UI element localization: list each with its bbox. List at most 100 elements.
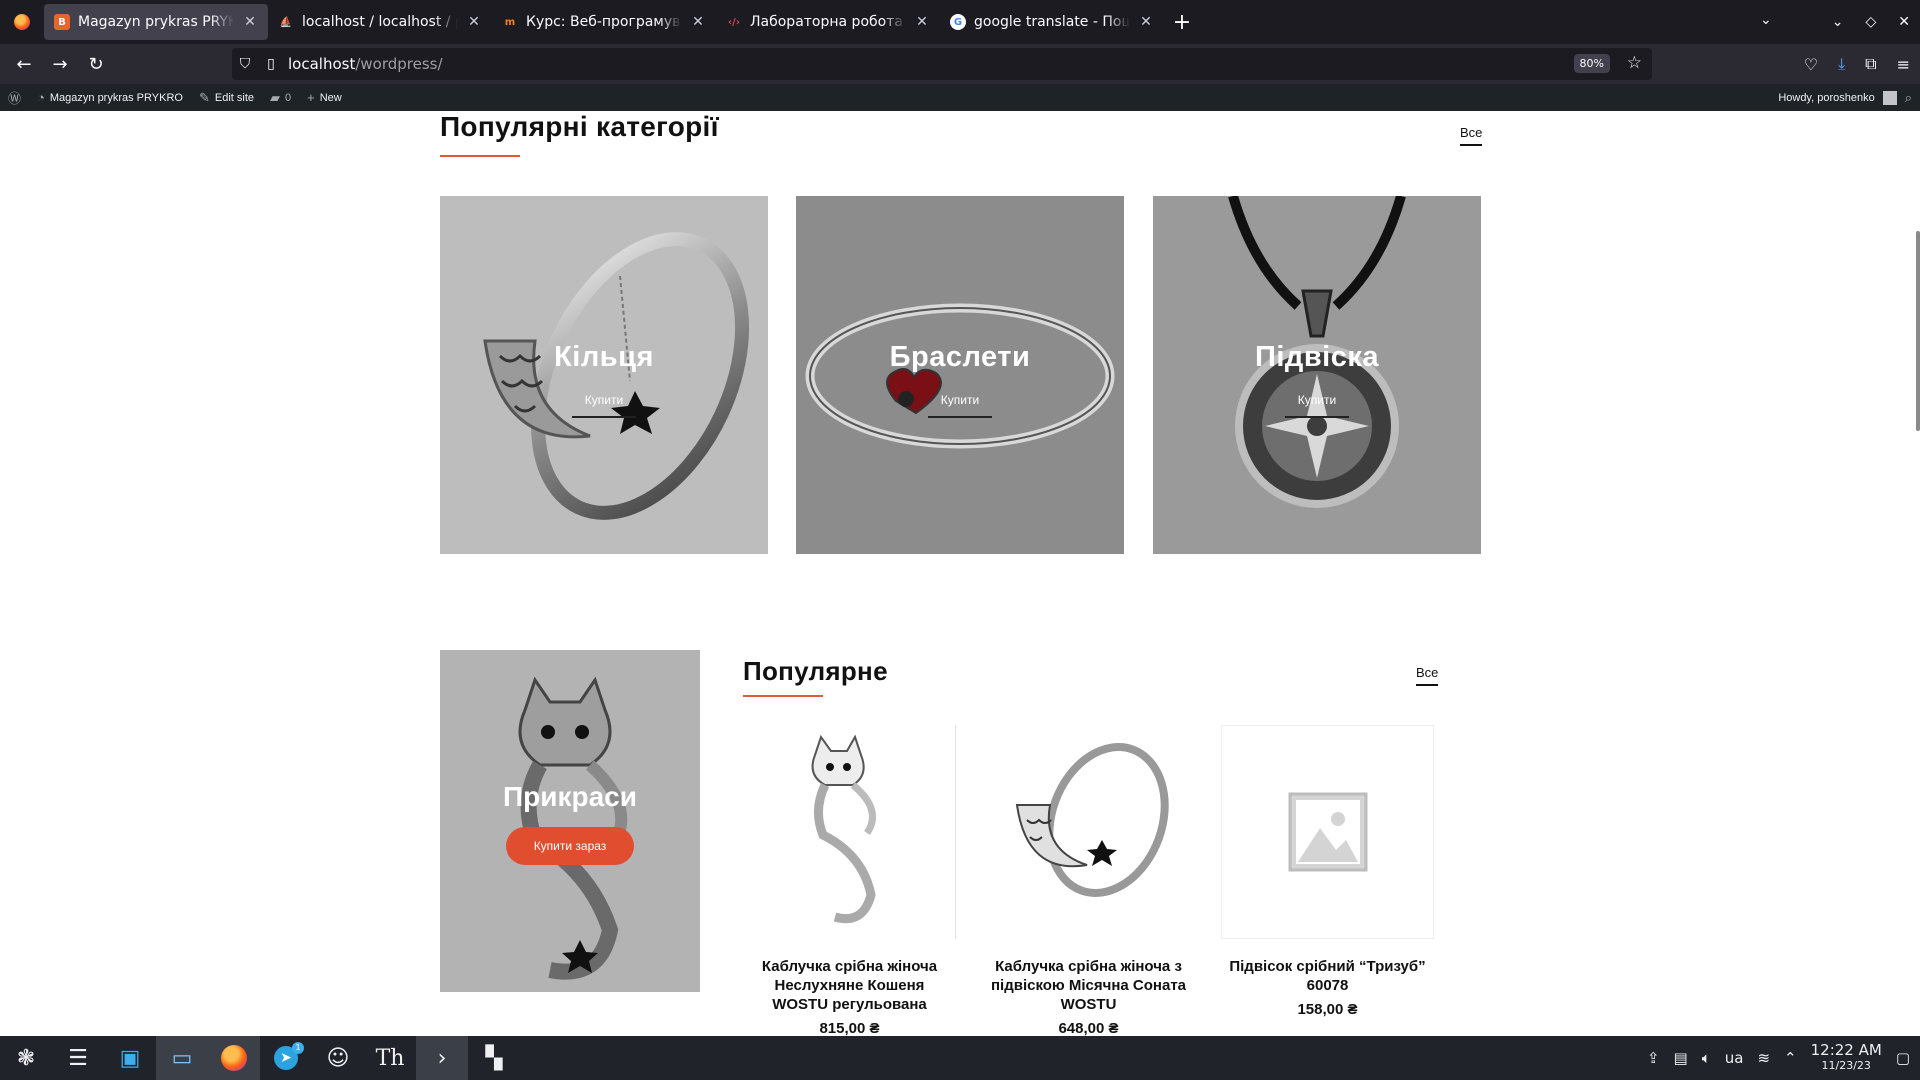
- new-tab-button[interactable]: +: [1164, 10, 1200, 35]
- category-buy-button[interactable]: Купити: [572, 393, 636, 418]
- popular-see-all-link[interactable]: Все: [1416, 665, 1439, 686]
- clock-time: 12:22 AM: [1810, 1041, 1882, 1059]
- url-bar[interactable]: ⛉ ▯ localhost/wordpress/ 80% ☆: [232, 48, 1652, 80]
- reload-icon[interactable]: ↻: [78, 48, 114, 80]
- list-all-tabs-icon[interactable]: ⌄: [1760, 12, 1772, 28]
- product-image-placeholder[interactable]: [1221, 725, 1434, 939]
- title-underline: [743, 695, 823, 697]
- pendant-image: [1228, 196, 1406, 508]
- admin-new[interactable]: + New: [299, 90, 350, 105]
- page-info-icon[interactable]: ▯: [258, 56, 284, 72]
- system-tray: ⇪ ▤ 🔈︎ ua ≋ ⌃ 12:22 AM 11/23/23 ▢: [1647, 1036, 1920, 1080]
- forward-icon[interactable]: →: [42, 48, 78, 80]
- wordpress-logo-icon[interactable]: Ⓦ: [0, 88, 29, 107]
- system-settings-icon[interactable]: ☰: [52, 1036, 104, 1080]
- search-icon[interactable]: ⌕: [1905, 90, 1912, 106]
- messenger-app-icon[interactable]: ☺: [312, 1036, 364, 1080]
- tab-title: google translate - Пошук G: [974, 14, 1130, 30]
- clock-date: 11/23/23: [1821, 1059, 1871, 1072]
- moodle-favicon-icon: m: [504, 16, 516, 28]
- software-store-icon[interactable]: ▣: [104, 1036, 156, 1080]
- category-buy-button[interactable]: Купити: [928, 393, 992, 418]
- bracelet-image: [805, 303, 1115, 449]
- category-card-bracelets[interactable]: Браслети Купити: [796, 196, 1124, 554]
- buy-now-button[interactable]: Купити зараз: [506, 827, 634, 865]
- category-card-rings[interactable]: Кільця Купити: [440, 196, 768, 554]
- popular-title: Популярне: [743, 656, 888, 686]
- tab-course[interactable]: m Курс: Веб-програмування ✕: [492, 4, 716, 40]
- wifi-icon[interactable]: ≋: [1757, 1049, 1770, 1067]
- clipboard-icon[interactable]: ▤: [1674, 1049, 1688, 1067]
- close-tab-icon[interactable]: ✕: [690, 14, 706, 30]
- firefox-taskbar-icon[interactable]: [208, 1036, 260, 1080]
- tab-lab[interactable]: ‹/› Лабораторна робота 4. Р ✕: [716, 4, 940, 40]
- product-card[interactable]: Каблучка срібна жіноча з підвіскою Місяч…: [982, 725, 1195, 1036]
- tab-google[interactable]: G google translate - Пошук G ✕: [940, 4, 1164, 40]
- categories-title: Популярні категорії: [440, 111, 719, 142]
- image-placeholder-icon: [1288, 792, 1367, 872]
- tab-magazyn[interactable]: B Magazyn prykras PRYKRO ✕: [44, 4, 268, 40]
- product-name[interactable]: Каблучка срібна жіноча з підвіскою Місяч…: [982, 957, 1195, 1014]
- page-scrollbar[interactable]: [1916, 231, 1920, 431]
- avatar[interactable]: [1882, 90, 1897, 105]
- tab-title: Лабораторна робота 4. Р: [750, 14, 906, 30]
- cat-ring-image: [518, 676, 628, 980]
- category-buy-button[interactable]: Купити: [1285, 393, 1349, 418]
- close-tab-icon[interactable]: ✕: [242, 14, 258, 30]
- admin-howdy[interactable]: Howdy, poroshenko: [1778, 92, 1874, 104]
- zoom-level-badge[interactable]: 80%: [1573, 54, 1610, 73]
- telegram-icon[interactable]: ➤ 1: [260, 1036, 312, 1080]
- app-launcher-icon[interactable]: ❃: [0, 1036, 52, 1080]
- tab-title: localhost / localhost / porosh: [302, 14, 458, 30]
- app-grid-icon[interactable]: ▚: [468, 1036, 520, 1080]
- pocket-icon[interactable]: ♡: [1804, 55, 1818, 74]
- category-card-pendants[interactable]: Підвіска Купити: [1153, 196, 1481, 554]
- volume-icon[interactable]: 🔈︎: [1702, 1049, 1711, 1067]
- updates-icon[interactable]: ⇪: [1647, 1049, 1660, 1067]
- file-manager-icon[interactable]: ▭: [156, 1036, 208, 1080]
- keyboard-layout[interactable]: ua: [1725, 1049, 1744, 1067]
- firefox-menu-icon[interactable]: [0, 0, 44, 44]
- back-icon[interactable]: ←: [6, 48, 42, 80]
- extensions-icon[interactable]: ⧉: [1865, 54, 1876, 74]
- url-text[interactable]: localhost/wordpress/: [288, 55, 443, 73]
- tab-title: Курс: Веб-програмування: [526, 14, 682, 30]
- close-tab-icon[interactable]: ✕: [466, 14, 482, 30]
- app-menu-icon[interactable]: ≡: [1897, 55, 1910, 74]
- ring-image: [483, 232, 750, 520]
- categories-see-all-link[interactable]: Все: [1460, 125, 1483, 146]
- browser-nav-bar: ← → ↻ ⛉ ▯ localhost/wordpress/ 80% ☆ ♡ ⤓…: [0, 44, 1920, 84]
- promo-banner[interactable]: Прикраси Купити зараз: [440, 650, 700, 992]
- tab-phpmyadmin[interactable]: ⛵ localhost / localhost / porosh ✕: [268, 4, 492, 40]
- admin-site-name[interactable]: ◔ Magazyn prykras PRYKRO: [29, 90, 191, 105]
- minimize-window-icon[interactable]: ⌄: [1832, 14, 1844, 30]
- tracking-shield-icon[interactable]: ⛉: [232, 56, 258, 72]
- clock[interactable]: 12:22 AM 11/23/23: [1811, 1043, 1882, 1073]
- tray-expand-icon[interactable]: ⌃: [1784, 1049, 1797, 1067]
- ring-image: [1015, 743, 1169, 897]
- admin-comments[interactable]: ▰ 0: [262, 90, 299, 106]
- product-card[interactable]: Підвісок срібний “Тризуб” 60078 158,00 ₴: [1221, 725, 1434, 1018]
- product-name[interactable]: Підвісок срібний “Тризуб” 60078: [1221, 957, 1434, 995]
- wp-admin-bar: Ⓦ ◔ Magazyn prykras PRYKRO ✎ Edit site ▰ 0 …: [0, 84, 1920, 111]
- code-favicon-icon: ‹/›: [728, 16, 740, 28]
- product-price: 158,00 ₴: [1297, 1001, 1358, 1018]
- comment-icon: ▰: [270, 89, 280, 105]
- bookmark-star-icon[interactable]: ☆: [1627, 53, 1642, 73]
- product-card[interactable]: Каблучка срібна жіноча Неслухняне Кошеня…: [743, 725, 956, 1036]
- maximize-window-icon[interactable]: ◇: [1865, 14, 1876, 30]
- product-image[interactable]: [743, 725, 956, 939]
- promo-label: Прикраси: [503, 781, 637, 812]
- close-tab-icon[interactable]: ✕: [914, 14, 930, 30]
- close-tab-icon[interactable]: ✕: [1138, 14, 1154, 30]
- dashboard-icon: ◔: [37, 90, 45, 105]
- terminal-icon[interactable]: ›: [416, 1036, 468, 1080]
- text-editor-icon[interactable]: Th: [364, 1036, 416, 1080]
- product-name[interactable]: Каблучка срібна жіноча Неслухняне Кошеня…: [743, 957, 956, 1014]
- close-window-icon[interactable]: ✕: [1898, 14, 1910, 30]
- show-desktop-icon[interactable]: ▢: [1896, 1049, 1910, 1067]
- product-image[interactable]: [982, 725, 1195, 939]
- site-favicon-icon: B: [54, 14, 70, 30]
- admin-edit-site[interactable]: ✎ Edit site: [191, 90, 262, 106]
- downloads-icon[interactable]: ⤓: [1838, 54, 1845, 74]
